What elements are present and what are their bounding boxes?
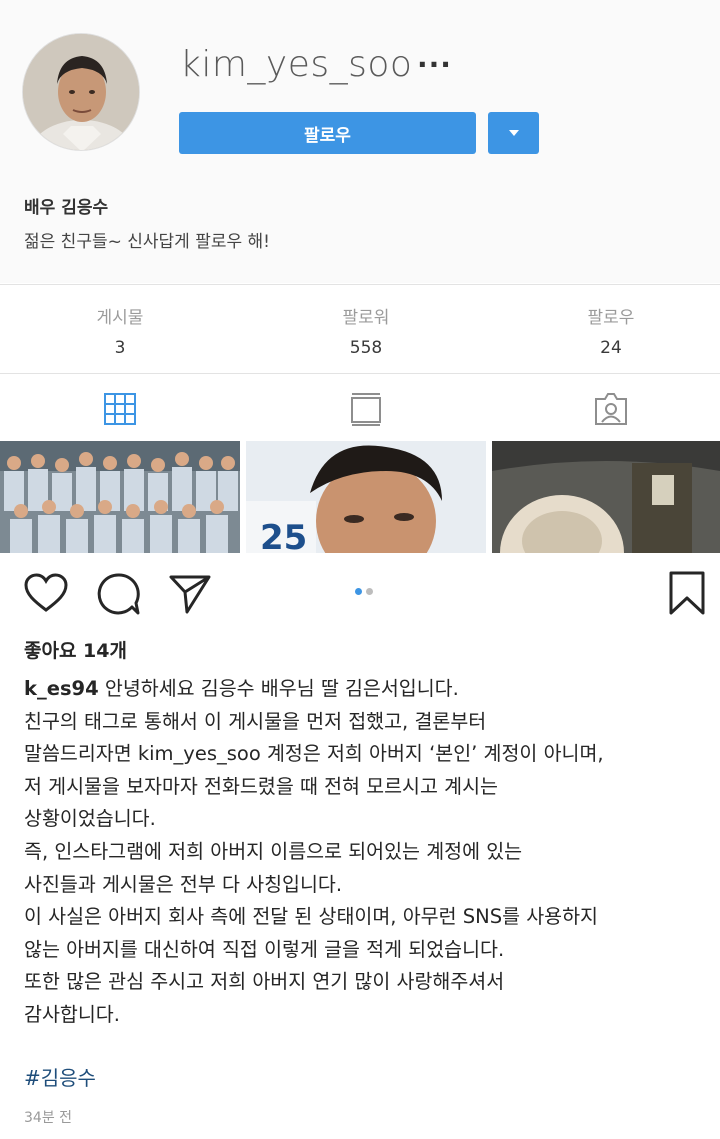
hashtag-link[interactable]: #김응수 (24, 1062, 96, 1091)
comment-icon (97, 573, 140, 615)
bio-name: 배우 김응수 (24, 198, 109, 218)
send-icon (169, 575, 211, 614)
posts-stat-value: 3 (114, 338, 126, 358)
profile-tabs (0, 375, 720, 441)
post-timestamp: 34분 전 (24, 1110, 73, 1126)
caption-line: 않는 아버지를 대신하여 직접 이렇게 글을 적게 되었습니다. (24, 937, 505, 961)
caption-line: 친구의 태그로 통해서 이 게시물을 먼저 접했고, 결론부터 (24, 709, 487, 733)
carousel-dot (366, 588, 373, 595)
post-caption: k_es94 안녕하세요 김응수 배우님 딸 김은서입니다. 친구의 태그로 통… (24, 673, 714, 1032)
caption-line: 상황이었습니다. (24, 807, 156, 831)
caret-down-icon (508, 130, 519, 136)
banner-number: 25 (260, 518, 307, 553)
caption-line: 즉, 인스타그램에 저희 아버지 이름으로 되어있는 계정에 있는 (24, 839, 523, 863)
like-button[interactable] (24, 573, 68, 617)
save-button[interactable] (668, 570, 706, 620)
caption-line: 말씀드리자면 kim_yes_soo 계정은 저희 아버지 ‘본인’ 계정이 아… (24, 742, 604, 766)
post-thumbnail[interactable] (0, 441, 240, 553)
avatar[interactable] (22, 33, 140, 151)
bookmark-icon (669, 571, 705, 615)
feed-icon (351, 393, 381, 426)
grid-icon (104, 393, 136, 425)
more-options-icon[interactable]: ··· (417, 48, 452, 81)
tab-feed[interactable] (346, 389, 386, 429)
share-button[interactable] (168, 572, 212, 620)
followers-stat-label: 팔로워 (342, 308, 390, 328)
tagged-icon (595, 393, 627, 425)
caption-author[interactable]: k_es94 (24, 677, 99, 700)
caption-text: 안녕하세요 김응수 배우님 딸 김은서입니다. (104, 677, 459, 700)
followers-stat[interactable]: 팔로워 558 (291, 303, 441, 358)
following-stat-label: 팔로우 (587, 308, 635, 328)
suggestions-dropdown-button[interactable] (488, 112, 539, 154)
profile-header: kim_yes_soo ··· 팔로우 배우 김응수 젊은 친구들~ 신사답게 … (0, 0, 720, 283)
heart-icon (24, 573, 68, 612)
caption-line: 저 게시물을 보자마자 전화드렸을 때 전혀 모르시고 계시는 (24, 774, 498, 798)
profile-stats: 게시물 3 팔로워 558 팔로우 24 (0, 284, 720, 374)
tab-tagged[interactable] (591, 389, 631, 429)
carousel-indicator (355, 588, 373, 595)
post-thumbnail[interactable] (492, 441, 720, 553)
following-stat[interactable]: 팔로우 24 (536, 303, 686, 358)
bio-text: 젊은 친구들~ 신사답게 팔로우 해! (24, 232, 270, 252)
tab-grid[interactable] (100, 389, 140, 429)
post-thumbnail[interactable]: 25 (246, 441, 486, 553)
caption-line: 감사합니다. (24, 1002, 120, 1026)
posts-stat-label: 게시물 (96, 308, 144, 328)
follow-button[interactable]: 팔로우 (179, 112, 476, 154)
username: kim_yes_soo (180, 44, 413, 85)
likes-count[interactable]: 좋아요 14개 (24, 636, 127, 663)
post-thumbnail-grid: 25 (0, 441, 720, 553)
posts-stat[interactable]: 게시물 3 (45, 303, 195, 358)
caption-line: 또한 많은 관심 주시고 저희 아버지 연기 많이 사랑해주셔서 (24, 970, 505, 994)
following-stat-value: 24 (600, 338, 622, 358)
carousel-dot-active (355, 588, 362, 595)
caption-line: 이 사실은 아버지 회사 측에 전달 된 상태이며, 아무런 SNS를 사용하지 (24, 905, 598, 929)
followers-stat-value: 558 (349, 338, 383, 358)
comment-button[interactable] (97, 572, 141, 620)
caption-line: 사진들과 게시물은 전부 다 사칭입니다. (24, 872, 343, 896)
caption-line: k_es94 안녕하세요 김응수 배우님 딸 김은서입니다. (24, 673, 714, 706)
